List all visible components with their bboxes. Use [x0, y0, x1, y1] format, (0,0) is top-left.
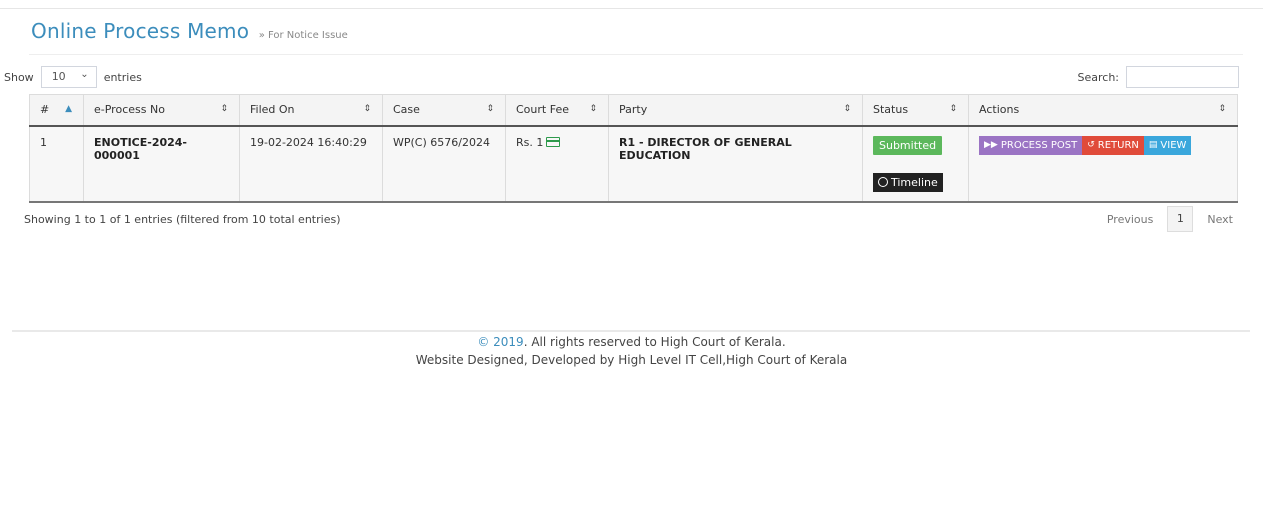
court-fee-amount: Rs. 1 — [516, 135, 544, 149]
cell-index: 1 — [29, 125, 84, 203]
cell-status: Submitted Timeline — [862, 125, 969, 203]
sort-icon: ⇕ — [363, 104, 371, 114]
entries-select-value: 10 — [51, 70, 66, 83]
column-header-case[interactable]: Case ⇕ — [382, 94, 506, 127]
cell-court-fee: Rs. 1 — [505, 125, 609, 203]
footer-credit: Website Designed, Developed by High Leve… — [415, 353, 848, 367]
row-actions: ▶▶ PROCESS POST ↺ RETURN ▤ VIEW — [979, 135, 1227, 155]
table-info: Showing 1 to 1 of 1 entries (filtered fr… — [24, 213, 341, 226]
column-header-party[interactable]: Party ⇕ — [608, 94, 863, 127]
search-label: Search: — [1077, 70, 1120, 84]
show-label: Show — [4, 70, 34, 84]
return-label: RETURN — [1097, 139, 1139, 151]
entries-label: entries — [103, 70, 142, 84]
copyright-text: . All rights reserved to High Court of K… — [523, 335, 786, 349]
search-control: Search: — [1077, 66, 1239, 88]
cell-eprocess-no: ENOTICE-2024-000001 — [83, 125, 240, 203]
table-row: 1 ENOTICE-2024-000001 19-02-2024 16:40:2… — [29, 125, 1238, 203]
timeline-button[interactable]: Timeline — [873, 172, 943, 192]
column-header-court-fee[interactable]: Court Fee ⇕ — [505, 94, 609, 127]
sort-icon: ⇕ — [589, 104, 597, 114]
column-header-status[interactable]: Status ⇕ — [862, 94, 969, 127]
sort-icon: ⇕ — [220, 104, 228, 114]
fast-forward-icon: ▶▶ — [984, 140, 998, 150]
entries-length-control: Show 10 ⌄ entries — [4, 66, 142, 88]
cell-party: R1 - DIRECTOR OF GENERAL EDUCATION — [608, 125, 863, 203]
file-icon: ▤ — [1148, 140, 1158, 150]
pagination-page[interactable]: 1 — [1167, 206, 1194, 232]
sort-icon: ⇕ — [843, 104, 851, 114]
view-button[interactable]: ▤ VIEW — [1143, 135, 1192, 155]
column-header-filed-on[interactable]: Filed On ⇕ — [239, 94, 383, 127]
page-header: Online Process Memo » For Notice Issue — [31, 19, 348, 43]
status-badge: Submitted — [873, 135, 943, 155]
entries-select[interactable]: 10 ⌄ — [40, 66, 97, 88]
pagination-next[interactable]: Next — [1207, 213, 1233, 226]
column-header-eprocess-no[interactable]: e-Process No ⇕ — [83, 94, 240, 127]
page-subtitle: » For Notice Issue — [258, 30, 348, 41]
column-header-index[interactable]: # ▲ — [29, 94, 84, 127]
cell-case: WP(C) 6576/2024 — [382, 125, 506, 203]
footer-divider — [12, 330, 1250, 332]
undo-icon: ↺ — [1087, 140, 1095, 150]
page-title: Online Process Memo — [31, 19, 250, 43]
pagination: Previous 1 Next — [1107, 206, 1233, 232]
process-post-label: PROCESS POST — [1000, 139, 1078, 151]
sort-icon: ⇕ — [486, 104, 494, 114]
sort-icon: ⇕ — [949, 104, 957, 114]
column-header-actions[interactable]: Actions ⇕ — [968, 94, 1238, 127]
pagination-previous[interactable]: Previous — [1107, 213, 1154, 226]
search-input[interactable] — [1126, 66, 1239, 88]
card-icon[interactable] — [546, 136, 561, 147]
timeline-label: Timeline — [891, 175, 938, 189]
sort-asc-icon: ▲ — [65, 104, 72, 114]
clock-icon — [878, 176, 888, 187]
return-button[interactable]: ↺ RETURN — [1082, 135, 1144, 155]
process-post-button[interactable]: ▶▶ PROCESS POST — [979, 135, 1083, 155]
footer: © 2019. All rights reserved to High Cour… — [0, 333, 1263, 369]
copyright-year: © 2019 — [477, 335, 524, 349]
main-content: Online Process Memo » For Notice Issue S… — [0, 0, 1263, 330]
chevron-down-icon: ⌄ — [80, 69, 89, 80]
table-header-row: # ▲ e-Process No ⇕ Filed On ⇕ Case ⇕ Court F… — [29, 94, 1238, 127]
footer-copyright: © 2019. All rights reserved to High Cour… — [0, 333, 1263, 351]
view-label: VIEW — [1160, 139, 1187, 151]
cell-filed-on: 19-02-2024 16:40:29 — [239, 125, 383, 203]
header-divider — [29, 54, 1243, 55]
cell-actions: ▶▶ PROCESS POST ↺ RETURN ▤ VIEW — [968, 125, 1238, 203]
process-memo-table: # ▲ e-Process No ⇕ Filed On ⇕ Case ⇕ Court F… — [29, 94, 1238, 203]
sort-icon: ⇕ — [1218, 104, 1226, 114]
